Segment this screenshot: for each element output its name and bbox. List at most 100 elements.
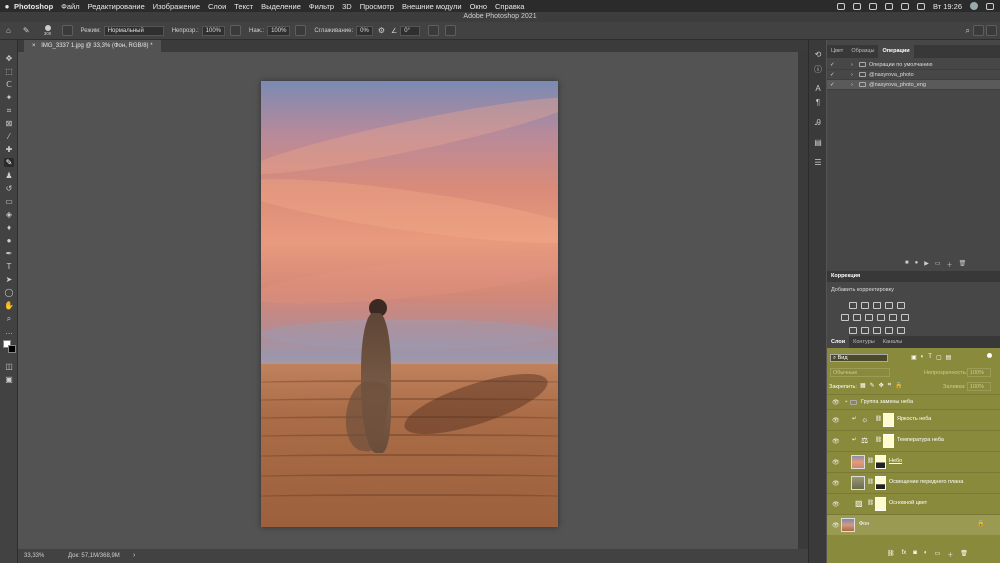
zoom-tool-icon[interactable]: ⌕ xyxy=(4,314,14,323)
zoom-level[interactable]: 33,33% xyxy=(24,553,44,559)
color-balance-icon[interactable] xyxy=(853,314,861,321)
menu-image[interactable]: Изображение xyxy=(153,2,200,11)
filter-shape-icon[interactable]: ▢ xyxy=(936,354,942,361)
menu-file[interactable]: Файл xyxy=(61,2,79,11)
layer-thumbnail[interactable] xyxy=(841,518,855,532)
notification-icon[interactable] xyxy=(986,2,994,10)
filter-pixel-icon[interactable]: ▣ xyxy=(911,354,917,361)
workspace-button[interactable] xyxy=(973,25,984,36)
crop-tool-icon[interactable]: ⌗ xyxy=(4,106,14,115)
lock-artboard-icon[interactable]: ⌗ xyxy=(888,382,891,389)
check-icon[interactable]: ✓ xyxy=(830,70,835,80)
symmetry-button[interactable] xyxy=(445,25,457,36)
home-icon[interactable]: ⌂ xyxy=(6,26,11,35)
lasso-tool-icon[interactable]: ᑕ xyxy=(4,80,14,89)
visibility-eye-icon[interactable]: 👁 xyxy=(832,459,840,466)
new-action-icon[interactable]: ＋ xyxy=(947,260,953,270)
chevron-right-icon[interactable]: › xyxy=(851,60,853,70)
chevron-right-icon[interactable]: › xyxy=(851,70,853,80)
layer-row[interactable]: 👁 ⛓ Освещение переднего плана xyxy=(827,473,1000,493)
action-set-row[interactable]: ✓ › Операции по умолчанию xyxy=(827,60,1000,70)
quick-mask-icon[interactable]: ◫ xyxy=(4,362,14,371)
gradient-map-icon[interactable] xyxy=(885,327,893,334)
magic-wand-tool-icon[interactable]: ✦ xyxy=(4,93,14,102)
eraser-tool-icon[interactable]: ▭ xyxy=(4,197,14,206)
airbrush-button[interactable] xyxy=(295,25,307,36)
search-icon[interactable]: ⌕ xyxy=(966,26,970,36)
layer-group-row[interactable]: 👁 ⌄ Группа замены неба xyxy=(827,395,1000,409)
menu-window[interactable]: Окно xyxy=(470,2,487,11)
healing-brush-tool-icon[interactable]: ✚ xyxy=(4,145,14,154)
layer-thumbnail[interactable] xyxy=(851,455,865,469)
type-tool-icon[interactable]: T xyxy=(4,262,14,271)
canvas-area[interactable] xyxy=(18,52,808,549)
threshold-icon[interactable] xyxy=(873,327,881,334)
add-mask-icon[interactable]: ◙ xyxy=(913,550,917,560)
tab-actions[interactable]: Операции xyxy=(878,45,914,58)
menu-text[interactable]: Текст xyxy=(234,2,253,11)
history-icon[interactable]: ⟲ xyxy=(813,50,823,60)
tab-swatches[interactable]: Образцы xyxy=(847,45,878,58)
wifi-icon[interactable] xyxy=(884,2,893,10)
clone-stamp-tool-icon[interactable]: ♟ xyxy=(4,171,14,180)
history-brush-tool-icon[interactable]: ↺ xyxy=(4,184,14,193)
layer-row-selected[interactable]: 👁 Фон 🔒 xyxy=(827,515,1000,535)
layer-mask-thumbnail[interactable] xyxy=(883,434,894,448)
stop-icon[interactable]: ■ xyxy=(905,260,909,270)
menu-filter[interactable]: Фильтр xyxy=(309,2,334,11)
menu-layers[interactable]: Слои xyxy=(208,2,226,11)
color-lookup-icon[interactable] xyxy=(901,314,909,321)
visibility-eye-icon[interactable]: 👁 xyxy=(832,399,840,406)
layer-mask-thumbnail[interactable] xyxy=(883,413,894,427)
filter-toggle-icon[interactable] xyxy=(987,353,992,358)
layer-mask-thumbnail[interactable] xyxy=(875,455,886,469)
tab-color[interactable]: Цвет xyxy=(827,45,847,58)
action-set-row[interactable]: ✓ › @nasyrova_photo_eng xyxy=(827,80,1000,90)
screen-mode-icon[interactable]: ▣ xyxy=(4,375,14,384)
brush-tool-icon[interactable]: ✎ xyxy=(23,26,30,35)
hand-tool-icon[interactable]: ✋ xyxy=(4,301,14,310)
document-tab-close-icon[interactable]: × xyxy=(32,43,36,49)
posterize-icon[interactable] xyxy=(861,327,869,334)
libraries-icon[interactable]: ▤ xyxy=(813,138,823,148)
pressure-size-button[interactable] xyxy=(428,25,440,36)
control-center-icon[interactable] xyxy=(916,2,925,10)
chain-link-icon[interactable]: ⛓ xyxy=(875,416,882,422)
lock-all-icon[interactable]: 🔒 xyxy=(895,382,902,389)
visibility-eye-icon[interactable]: 👁 xyxy=(832,480,840,487)
mode-select[interactable]: Нормальный xyxy=(103,25,164,36)
play-icon[interactable]: ▶ xyxy=(924,260,929,270)
brush-settings-button[interactable] xyxy=(61,25,73,36)
new-adjustment-icon[interactable]: ◐ xyxy=(924,550,928,560)
siri-icon[interactable] xyxy=(970,2,978,10)
angle-field[interactable]: 0° xyxy=(400,25,421,36)
blur-tool-icon[interactable]: ♦ xyxy=(4,223,14,232)
document-image[interactable] xyxy=(261,81,558,527)
visibility-eye-icon[interactable]: 👁 xyxy=(832,522,840,529)
battery-icon[interactable] xyxy=(852,2,861,10)
frame-tool-icon[interactable]: ⊠ xyxy=(4,119,14,128)
dodge-tool-icon[interactable]: ● xyxy=(4,236,14,245)
layer-row[interactable]: 👁 ↵ ☼ ⛓ Яркость неба xyxy=(827,410,1000,430)
chevron-down-icon[interactable]: ⌄ xyxy=(844,398,849,404)
action-set-row[interactable]: ✓ › @nasyrova_photo xyxy=(827,70,1000,80)
brush-preset-picker[interactable]: 300 xyxy=(40,24,56,37)
menu-select[interactable]: Выделение xyxy=(261,2,301,11)
properties-icon[interactable]: ☰ xyxy=(813,158,823,168)
background-color-swatch[interactable] xyxy=(8,345,16,353)
selective-color-icon[interactable] xyxy=(897,327,905,334)
shape-tool-icon[interactable]: ◯ xyxy=(4,288,14,297)
chain-link-icon[interactable]: ⛓ xyxy=(875,437,882,443)
character-icon[interactable]: A xyxy=(813,84,823,94)
invert-icon[interactable] xyxy=(849,327,857,334)
lock-pixels-icon[interactable]: ✎ xyxy=(870,382,875,389)
record-icon[interactable]: ● xyxy=(915,260,919,270)
layer-row[interactable]: 👁 ↵ ⚖ ⛓ Температура неба xyxy=(827,431,1000,451)
canvas-vertical-scrollbar[interactable] xyxy=(798,52,808,549)
marquee-tool-icon[interactable]: ⬚ xyxy=(4,67,14,76)
pen-tool-icon[interactable]: ✒ xyxy=(4,249,14,258)
chevron-right-icon[interactable]: › xyxy=(851,80,853,90)
layer-thumbnail[interactable] xyxy=(851,476,865,490)
filter-smart-icon[interactable]: ▤ xyxy=(946,354,952,361)
new-group-icon[interactable]: ▭ xyxy=(935,550,941,560)
